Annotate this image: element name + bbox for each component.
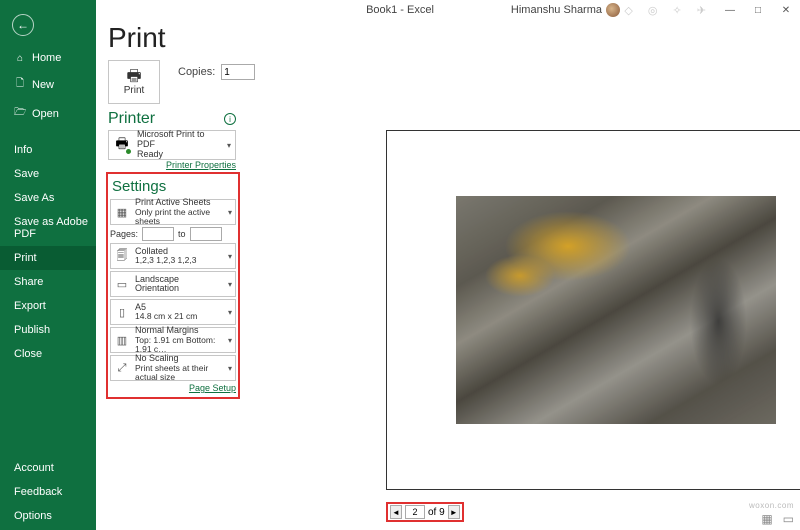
scaling-selector[interactable]: ⤢ No ScalingPrint sheets at their actual… <box>110 355 236 381</box>
sidebar-item-label: Info <box>14 144 32 156</box>
sidebar-item-options[interactable]: Options <box>0 504 96 528</box>
title-bar: Book1 - Excel Himanshu Sharma ◇ ◎ ✧ ✈ — … <box>0 0 800 20</box>
close-button[interactable]: ✕ <box>772 0 800 20</box>
print-what-selector[interactable]: ▦ Print Active SheetsOnly print the acti… <box>110 199 236 225</box>
sidebar-item-label: Open <box>32 108 59 120</box>
info-icon[interactable]: i <box>224 113 236 125</box>
sheet-icon: ▦ <box>114 204 130 220</box>
sidebar-item-label: Print <box>14 252 37 264</box>
page-icon: ▯ <box>114 304 130 320</box>
sidebar-item-print[interactable]: Print <box>0 246 96 270</box>
sidebar-item-open[interactable]: 🗁 Open <box>0 99 96 128</box>
prev-page-button[interactable]: ◄ <box>390 505 402 519</box>
sidebar-item-close[interactable]: Close <box>0 342 96 366</box>
watermark: woxon.com <box>749 501 794 510</box>
scaling-icon: ⤢ <box>114 360 130 376</box>
printer-section-header: Printer i <box>96 104 236 130</box>
user-name: Himanshu Sharma <box>511 4 602 16</box>
sidebar-item-save[interactable]: Save <box>0 162 96 186</box>
sidebar-item-label: Publish <box>14 324 50 336</box>
sidebar-item-export[interactable]: Export <box>0 294 96 318</box>
copies-input[interactable] <box>221 64 255 80</box>
page-title: Print <box>96 20 800 60</box>
orientation-selector[interactable]: ▭ Landscape Orientation ▾ <box>110 271 236 297</box>
preview-tools: ▦ ▭ <box>761 512 794 526</box>
pages-to-input[interactable] <box>190 227 222 241</box>
next-page-button[interactable]: ► <box>448 505 460 519</box>
chevron-down-icon: ▾ <box>228 252 232 261</box>
sidebar-item-label: Feedback <box>14 486 62 498</box>
chevron-down-icon: ▾ <box>228 308 232 317</box>
pages-to-label: to <box>178 229 186 239</box>
sidebar-item-saveas[interactable]: Save As <box>0 186 96 210</box>
printer-icon: 🖶 <box>126 69 141 85</box>
pages-label: Pages: <box>110 229 138 239</box>
open-icon: 🗁 <box>14 105 26 122</box>
sidebar-item-share[interactable]: Share <box>0 270 96 294</box>
sidebar-item-save-adobe-pdf[interactable]: Save as Adobe PDF <box>0 210 96 246</box>
chevron-down-icon: ▾ <box>228 336 232 345</box>
printer-icon: 🖶 <box>113 136 131 154</box>
sidebar-item-feedback[interactable]: Feedback <box>0 480 96 504</box>
sidebar-item-label: Save As <box>14 192 54 204</box>
paper-size-selector[interactable]: ▯ A514.8 cm x 21 cm ▾ <box>110 299 236 325</box>
print-preview <box>386 130 800 490</box>
sidebar-item-label: Options <box>14 510 52 522</box>
printer-properties-link[interactable]: Printer Properties <box>166 160 236 170</box>
page-navigator: ◄ of 9 ► <box>386 502 464 522</box>
minimize-button[interactable]: — <box>716 0 744 20</box>
sidebar-item-label: Save <box>14 168 39 180</box>
show-margins-button[interactable]: ▦ <box>761 512 772 526</box>
sidebar-item-label: Save as Adobe PDF <box>14 216 96 240</box>
backstage-sidebar: ← ⌂ Home 🗋 New 🗁 Open Info Save Save As Sav… <box>0 0 96 530</box>
printer-name: Microsoft Print to PDF <box>137 130 221 150</box>
page-setup-link[interactable]: Page Setup <box>189 383 236 393</box>
new-icon: 🗋 <box>14 76 26 93</box>
chevron-down-icon: ▾ <box>228 364 232 373</box>
margins-icon: ▥ <box>114 332 130 348</box>
sidebar-item-publish[interactable]: Publish <box>0 318 96 342</box>
zoom-to-page-button[interactable]: ▭ <box>783 512 794 526</box>
chevron-down-icon: ▾ <box>228 280 232 289</box>
sidebar-item-label: Account <box>14 462 54 474</box>
maximize-button[interactable]: □ <box>744 0 772 20</box>
pages-from-input[interactable] <box>142 227 174 241</box>
collation-selector[interactable]: 🗐 Collated1,2,3 1,2,3 1,2,3 ▾ <box>110 243 236 269</box>
print-button-label: Print <box>124 85 145 96</box>
pages-range-row: Pages: to <box>110 227 236 241</box>
sidebar-item-account[interactable]: Account <box>0 456 96 480</box>
printer-selector[interactable]: 🖶 Microsoft Print to PDF Ready ▾ <box>108 130 236 160</box>
current-page-input[interactable] <box>405 505 425 519</box>
print-backstage: Print 🖶 Print Copies: Printer i 🖶 Micros… <box>96 20 800 530</box>
copies-label: Copies: <box>178 66 215 78</box>
sidebar-item-label: Share <box>14 276 43 288</box>
sidebar-item-label: Home <box>32 52 61 64</box>
preview-image <box>456 196 776 424</box>
home-icon: ⌂ <box>14 53 26 64</box>
chevron-down-icon: ▾ <box>227 141 231 150</box>
printer-status: Ready <box>137 150 221 160</box>
window-controls: — □ ✕ <box>716 0 800 20</box>
print-button[interactable]: 🖶 Print <box>108 60 160 104</box>
sidebar-item-label: Export <box>14 300 46 312</box>
sidebar-item-info[interactable]: Info <box>0 138 96 162</box>
settings-section-header: Settings <box>110 178 236 197</box>
titlebar-decoration: ◇ ◎ ✧ ✈ <box>624 4 712 17</box>
sidebar-item-new[interactable]: 🗋 New <box>0 70 96 99</box>
settings-panel: Settings ▦ Print Active SheetsOnly print… <box>106 172 240 399</box>
chevron-down-icon: ▾ <box>228 208 232 217</box>
sidebar-item-home[interactable]: ⌂ Home <box>0 46 96 70</box>
window-title: Book1 - Excel <box>366 4 434 16</box>
collate-icon: 🗐 <box>114 248 130 264</box>
landscape-icon: ▭ <box>114 276 130 292</box>
back-button[interactable]: ← <box>12 14 34 36</box>
status-ready-icon <box>125 148 132 155</box>
margins-selector[interactable]: ▥ Normal MarginsTop: 1.91 cm Bottom: 1.9… <box>110 327 236 353</box>
avatar <box>606 3 620 17</box>
sidebar-item-label: Close <box>14 348 42 360</box>
page-total-label: of 9 <box>428 507 445 518</box>
sidebar-item-label: New <box>32 79 54 91</box>
user-account[interactable]: Himanshu Sharma <box>511 3 620 17</box>
